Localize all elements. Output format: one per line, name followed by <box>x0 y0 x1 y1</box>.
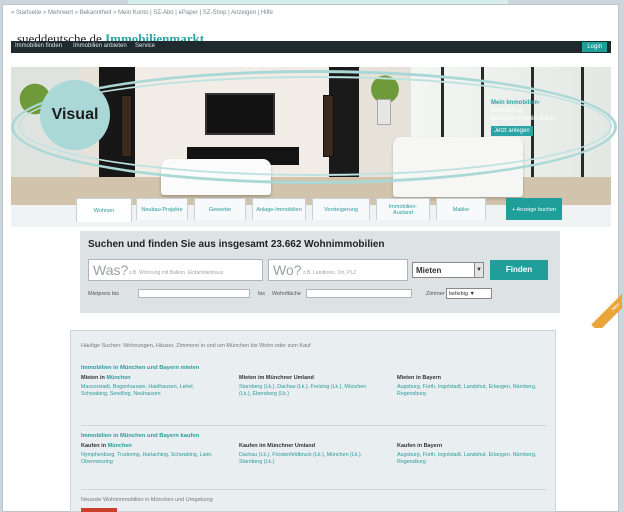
intro-text: Häufige Suchen: Wohnungen, Häuser, Zimme… <box>81 343 311 349</box>
corner-ribbon[interactable]: Neu <box>582 288 622 328</box>
nav-item-service[interactable]: Service <box>135 43 155 49</box>
column-head: Mieten in Bayern <box>397 375 442 381</box>
rooms-select[interactable]: beliebig ▼ <box>446 288 492 299</box>
column-links[interactable]: Nymphenburg, Trudering, Harlaching, Schw… <box>81 452 221 466</box>
tab-label: Gewerbe <box>208 206 232 213</box>
tab-label: Anlage-Immobilien <box>256 206 302 213</box>
mode-select[interactable]: Mieten ▼ <box>412 262 484 278</box>
book-ad-button[interactable]: + Anzeige buchen <box>506 198 562 220</box>
login-button[interactable]: Login <box>582 42 607 52</box>
page-background: » Startseite » Mehrwert » Bekanntheit » … <box>0 0 624 512</box>
area-input[interactable] <box>306 289 412 298</box>
column-head-link[interactable]: München <box>108 443 132 449</box>
buy-column-umland: Kaufen im Münchner Umland Dachau (Lk.), … <box>239 443 379 466</box>
rent-column-munich: Mieten in München Maxvorstadt, Bogenhaus… <box>81 375 221 398</box>
buy-column-bayern: Kaufen in Bayern Augsburg, Fürth, Ingols… <box>397 443 537 466</box>
tab-neubau[interactable]: Neubau-Projekte <box>136 198 188 220</box>
section-rent-title[interactable]: Immobilien in München und Bayern mieten <box>81 365 199 371</box>
tab-gewerbe[interactable]: Gewerbe <box>194 198 246 220</box>
column-head-link[interactable]: München <box>106 375 130 381</box>
where-label: Wo? <box>273 262 302 278</box>
column-links[interactable]: Augsburg, Fürth, Ingolstadt, Landshut, E… <box>397 384 537 398</box>
tab-label: Versteigerung <box>324 206 358 213</box>
rooms-label: Zimmer <box>426 291 445 297</box>
where-search-input[interactable]: Wo? z.B. Landkreis, Ort, PLZ <box>268 259 408 281</box>
tab-makler[interactable]: Makler <box>436 198 486 220</box>
price-input[interactable] <box>138 289 250 298</box>
rent-column-umland: Mieten im Münchner Umland Starnberg (Lk.… <box>239 375 379 398</box>
breadcrumb[interactable]: » Startseite » Mehrwert » Bekanntheit » … <box>11 10 277 16</box>
column-head: Mieten im Münchner Umland <box>239 375 314 381</box>
tab-versteigerung[interactable]: Versteigerung <box>312 198 370 220</box>
section-buy-title[interactable]: Immobilien in München und Bayern kaufen <box>81 433 199 439</box>
visual-label-badge: Visual <box>40 80 110 150</box>
listing-thumbnail-strip[interactable] <box>81 508 117 512</box>
ribbon-label: Neu <box>591 288 622 328</box>
search-panel: Suchen und finden Sie aus insgesamt 23.6… <box>80 231 560 313</box>
main-navbar: Immobilien finden Immobilien anbieten Se… <box>11 41 611 53</box>
column-links[interactable]: Maxvorstadt, Bogenhausen, Haidhausen, Le… <box>81 384 221 398</box>
content-panel: Häufige Suchen: Wohnungen, Häuser, Zimme… <box>70 330 556 512</box>
tab-wohnen[interactable]: Wohnen <box>76 198 132 222</box>
tab-anlage[interactable]: Anlage-Immobilien <box>252 198 306 220</box>
section-divider <box>81 489 547 490</box>
newest-listings-title: Neueste Wohnimmobilien in München und Um… <box>81 497 213 503</box>
chevron-down-icon: ▼ <box>469 291 475 297</box>
buy-column-munich: Kaufen in München Nymphenburg, Trudering… <box>81 443 221 466</box>
what-search-input[interactable]: Was? z.B. Wohnung mit Balkon, Einfamilie… <box>88 259 263 281</box>
find-button[interactable]: Finden <box>490 260 548 280</box>
price-label: Mietpreis bis <box>88 291 119 297</box>
column-links[interactable]: Starnberg (Lk.), Dachau (Lk.), Freising … <box>239 384 379 398</box>
column-head: Kaufen in <box>81 443 107 449</box>
column-head: Kaufen im Münchner Umland <box>239 443 316 449</box>
column-links[interactable]: Dachau (Lk.), Fürstenfeldbruck (Lk.), Mü… <box>239 452 379 466</box>
column-head: Mieten in <box>81 375 105 381</box>
chevron-down-icon: ▼ <box>474 263 483 277</box>
search-headline: Suchen und finden Sie aus insgesamt 23.6… <box>88 239 385 250</box>
mode-select-value: Mieten <box>416 266 442 275</box>
tab-ausland[interactable]: Immobilien-Ausland <box>376 198 430 220</box>
column-head: Kaufen in Bayern <box>397 443 443 449</box>
nav-item-offer[interactable]: Immobilien anbieten <box>73 43 127 49</box>
tab-label: Immobilien-Ausland <box>388 203 418 216</box>
column-links[interactable]: Augsburg, Fürth, Ingolstadt, Landshut, E… <box>397 452 537 466</box>
where-hint: z.B. Landkreis, Ort, PLZ <box>303 270 357 276</box>
price-to-label: bis <box>258 291 266 297</box>
what-hint: z.B. Wohnung mit Balkon, Einfamilienhaus <box>129 270 224 276</box>
section-divider <box>81 425 547 426</box>
tab-label: Wohnen <box>93 207 115 214</box>
area-label: Wohnfläche <box>272 291 301 297</box>
tab-label: Makler <box>452 206 470 213</box>
rooms-select-value: beliebig <box>449 291 468 297</box>
breadcrumb-text[interactable]: » Startseite » Mehrwert » Bekanntheit » … <box>11 10 273 16</box>
nav-item-find[interactable]: Immobilien finden <box>15 43 62 49</box>
rent-column-bayern: Mieten in Bayern Augsburg, Fürth, Ingols… <box>397 375 537 398</box>
what-label: Was? <box>93 262 129 278</box>
tab-label: + Anzeige buchen <box>512 206 556 213</box>
tab-label: Neubau-Projekte <box>141 206 183 213</box>
visual-label: Visual <box>51 106 99 123</box>
